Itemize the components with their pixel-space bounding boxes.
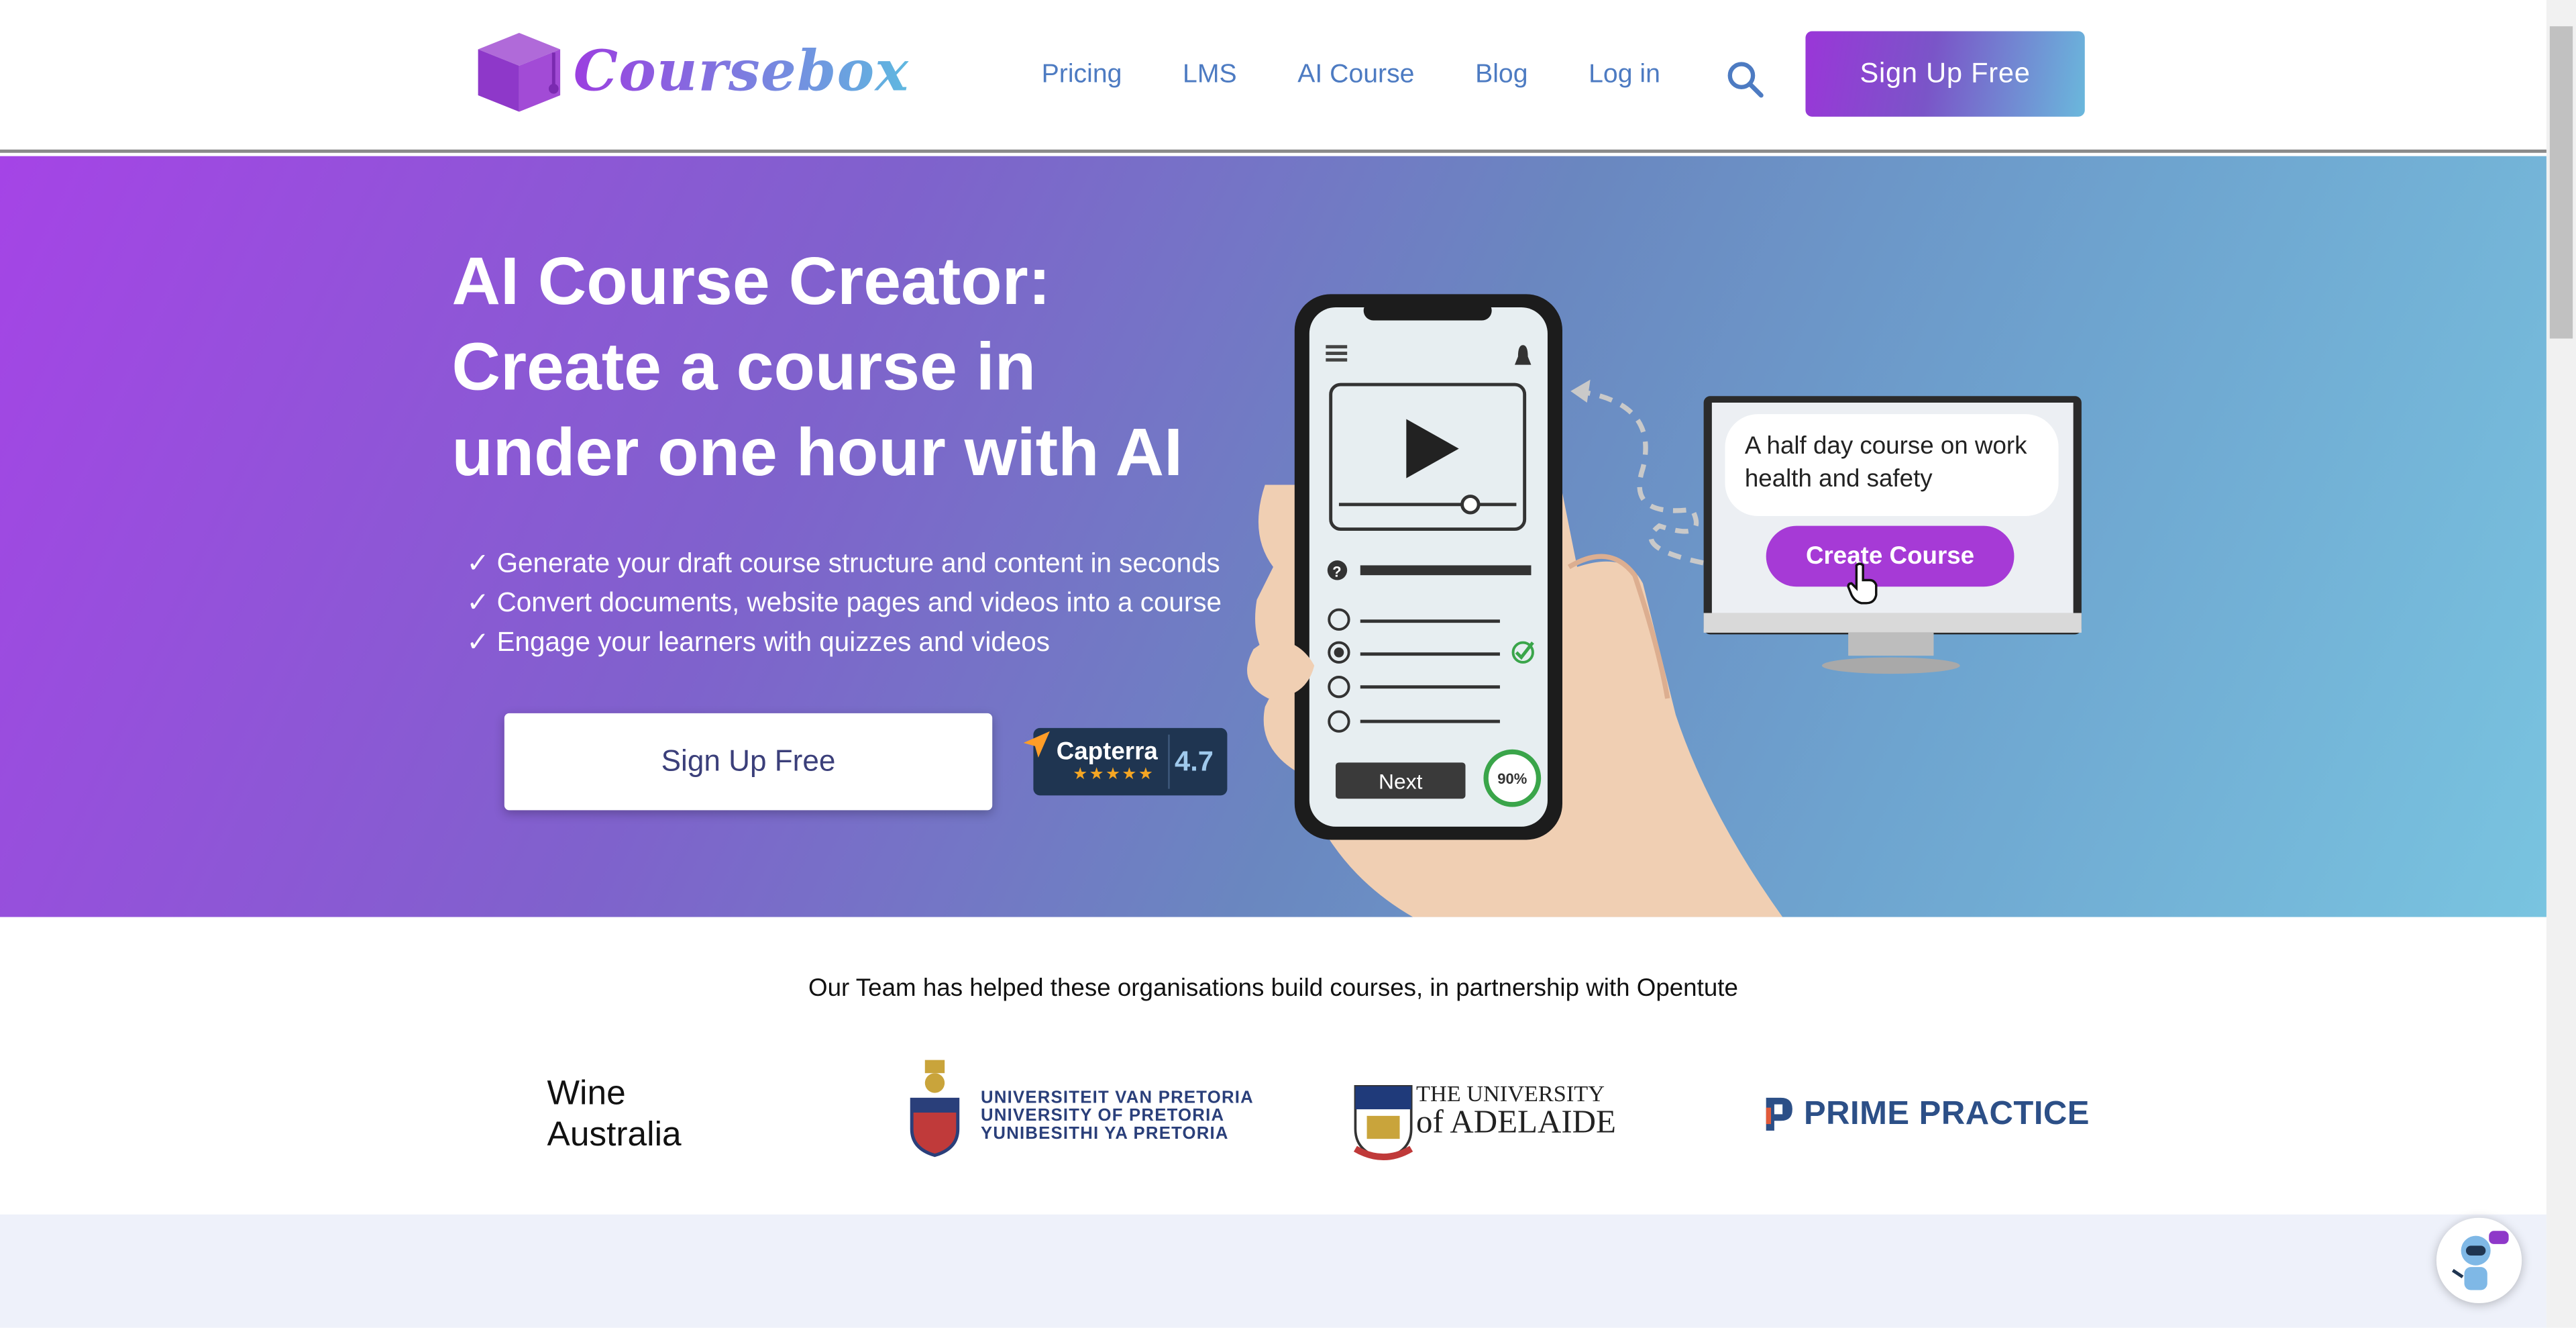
graduation-cap-icon [478,32,561,112]
feature-item: ✓ Convert documents, website pages and v… [466,588,1222,618]
hand-cursor-icon [1847,562,1878,605]
divider [1168,734,1170,789]
nav-login[interactable]: Log in [1589,61,1660,91]
hero-title-line: under one hour with AI [451,414,1183,490]
logo-line: UNIVERSITY OF PRETORIA [981,1106,1225,1126]
main-nav: Pricing LMS AI Course Blog Log in [1042,61,1721,91]
prompt-bubble: A half day course on work health and saf… [1725,414,2059,516]
pretoria-logo-text: UNIVERSITEIT VAN PRETORIA UNIVERSITY OF … [981,1088,1254,1144]
logo-line: UNIVERSITEIT VAN PRETORIA [981,1088,1254,1108]
capterra-score: 4.7 [1175,746,1214,778]
adelaide-logo-text: THE UNIVERSITY of ADELAIDE [1416,1083,1616,1142]
logo-line: of ADELAIDE [1416,1104,1616,1141]
logo-line: YUNIBESITHI YA PRETORIA [981,1124,1229,1144]
svg-text:?: ? [1332,564,1341,580]
pretoria-crest-icon [910,1060,960,1158]
feature-item: ✓ Engage your learners with quizzes and … [466,627,1050,658]
feature-item: ✓ Generate your draft course structure a… [466,548,1220,579]
prime-practice-logo-text: PRIME PRACTICE [1804,1096,2090,1133]
create-course-button: Create Course [1766,525,2015,587]
nav-pricing[interactable]: Pricing [1042,61,1122,91]
capterra-arrow-icon [1023,731,1050,758]
hero-signup-button[interactable]: Sign Up Free [504,713,993,811]
robot-icon [2451,1231,2509,1290]
search-icon [1727,62,1764,98]
logo[interactable]: Coursebox [475,30,909,115]
progress-circle: 90% [1483,749,1542,807]
capterra-badge[interactable]: Capterra ★★★★★ 4.7 [1023,727,1228,796]
search-button[interactable] [1725,59,1764,107]
partners-heading: Our Team has helped these organisations … [808,974,1738,1003]
next-section [0,1214,2546,1328]
adelaide-crest-icon [1353,1084,1413,1160]
logo-text: Coursebox [573,39,910,105]
wine-australia-logo: Wine Australia [547,1073,682,1155]
hero-section: AI Course Creator: Create a course in un… [0,156,2546,917]
site-header: Coursebox Pricing LMS AI Course Blog Log… [0,0,2546,153]
page: Coursebox Pricing LMS AI Course Blog Log… [0,0,2576,1328]
hero-title-line: Create a course in [451,328,1036,405]
next-button: Next [1336,762,1466,799]
rating-stars: ★★★★★ [1073,766,1155,784]
scrollbar-thumb[interactable] [2549,26,2573,339]
logo-line: Australia [547,1115,682,1154]
prime-practice-icon [1766,1097,1792,1131]
logo-line: Wine [547,1074,626,1113]
nav-ai-course[interactable]: AI Course [1297,61,1414,91]
nav-blog[interactable]: Blog [1475,61,1527,91]
capterra-name: Capterra [1056,737,1158,766]
chat-widget-button[interactable] [2436,1217,2522,1304]
hero-title: AI Course Creator: Create a course in un… [451,238,1273,495]
hero-title-line: AI Course Creator: [451,243,1051,319]
nav-lms[interactable]: LMS [1183,61,1237,91]
feature-list: ✓ Generate your draft course structure a… [467,544,1222,662]
header-signup-button[interactable]: Sign Up Free [1805,31,2085,117]
